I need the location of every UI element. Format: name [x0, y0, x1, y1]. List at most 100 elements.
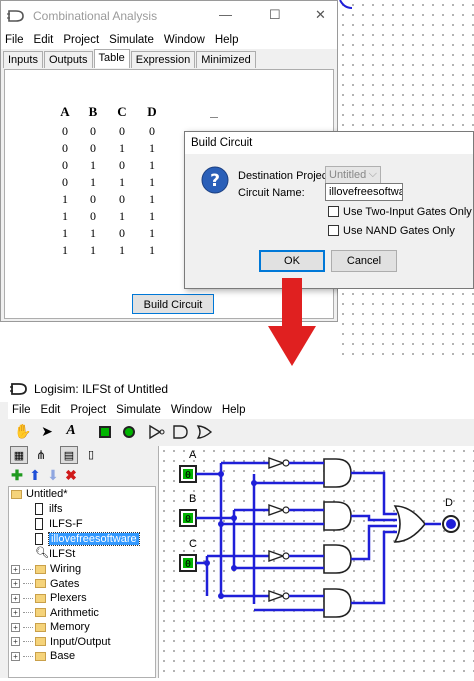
appearance-view-icon[interactable]: ▯ [82, 446, 100, 464]
truth-table-header: D [147, 104, 157, 119]
truth-table-cell: 0 [62, 158, 68, 172]
wire [351, 471, 397, 516]
circuit-canvas[interactable]: A 0 B 0 C 0 D [158, 446, 474, 678]
text-tool-icon[interactable]: A [62, 422, 80, 440]
not-gate-bubble [282, 459, 290, 467]
tree-circuit[interactable]: illovefreesoftware [35, 532, 140, 546]
nand-checkbox[interactable] [328, 225, 339, 236]
dialog-title: Build Circuit [185, 132, 473, 154]
select-tool-icon[interactable]: ➤ [38, 422, 56, 440]
tab-expression[interactable]: Expression [130, 51, 196, 68]
maximize-button[interactable]: ☐ [269, 7, 281, 23]
truth-table-cell[interactable]: 1 [144, 209, 160, 224]
tree-library[interactable]: + Memory [11, 620, 90, 634]
menu-bar: File Edit Project Simulate Window Help [1, 31, 337, 49]
question-icon: ? [201, 166, 229, 194]
wire-junction [218, 521, 224, 527]
move-down-icon[interactable]: ⬇ [44, 466, 62, 484]
wire-junction [204, 560, 210, 566]
tree-circuit[interactable]: 🔍︎ ILFSt [35, 547, 75, 561]
tab-inputs[interactable]: Inputs [3, 51, 43, 68]
tab-table[interactable]: Table [93, 49, 130, 68]
poke-tool-icon[interactable]: ✋ [14, 422, 32, 440]
destination-project-label: Destination Project: [238, 170, 334, 182]
truth-table-cell[interactable]: 1 [144, 175, 160, 190]
tree-library[interactable]: + Arithmetic [11, 606, 99, 620]
toolbox-view-icon[interactable]: ▦ [10, 446, 28, 464]
truth-table-cell: 1 [119, 175, 125, 189]
menu-project[interactable]: Project [59, 34, 105, 46]
logisim-logo-icon [7, 10, 24, 22]
menu-help[interactable]: Help [218, 404, 252, 416]
menu-window[interactable]: Window [167, 404, 218, 416]
tab-outputs[interactable]: Outputs [43, 51, 93, 68]
input-pin-tool-icon[interactable] [96, 422, 114, 440]
tree-library[interactable]: + Gates [11, 577, 79, 591]
tree-library[interactable]: + Base [11, 649, 75, 663]
menu-simulate[interactable]: Simulate [112, 404, 167, 416]
menu-edit[interactable]: Edit [37, 404, 67, 416]
tree-library[interactable]: + Wiring [11, 562, 81, 576]
not-gate-bubble [282, 506, 290, 514]
not-gate [268, 550, 286, 562]
expand-icon[interactable]: + [11, 564, 20, 574]
expand-icon[interactable]: + [11, 608, 20, 617]
truth-table-cell: 1 [90, 175, 96, 189]
and-gate-tool-icon[interactable] [172, 424, 190, 440]
folder-icon [35, 593, 46, 603]
build-circuit-button[interactable]: Build Circuit [132, 294, 214, 314]
tree-circuit[interactable]: ilfs [35, 502, 62, 516]
add-circuit-icon[interactable]: ✚ [8, 466, 26, 484]
truth-table-cell[interactable]: 1 [144, 243, 160, 258]
menu-help[interactable]: Help [211, 34, 245, 46]
expand-icon[interactable]: + [11, 579, 20, 588]
truth-table-cell[interactable]: 1 [144, 141, 160, 156]
menu-file[interactable]: File [1, 34, 30, 46]
truth-table-cell: 1 [90, 158, 96, 172]
truth-table-cell: 1 [62, 209, 68, 223]
or-gate-tool-icon[interactable] [196, 424, 214, 440]
tab-minimized[interactable]: Minimized [196, 51, 256, 68]
menu-file[interactable]: File [8, 404, 37, 416]
menu-project[interactable]: Project [66, 404, 112, 416]
circuit-icon [35, 503, 43, 515]
tree-root[interactable]: Untitled* [11, 487, 68, 501]
not-gate-bubble [282, 592, 290, 600]
output-pin-tool-icon[interactable] [120, 422, 138, 440]
truth-table-cell: 0 [62, 175, 68, 189]
cancel-button[interactable]: Cancel [331, 250, 397, 272]
delete-circuit-icon[interactable]: ✖ [62, 466, 80, 484]
simulation-view-icon[interactable]: ⋔ [32, 446, 50, 464]
truth-table-cell[interactable]: 1 [144, 158, 160, 173]
not-gate-tool-icon[interactable] [148, 424, 166, 440]
expand-icon[interactable]: + [11, 637, 20, 646]
expand-icon[interactable]: + [11, 622, 20, 632]
truth-table-cell[interactable]: 1 [144, 226, 160, 241]
tree-library[interactable]: + Input/Output [11, 635, 111, 649]
layout-view-icon[interactable]: ▤ [60, 446, 78, 464]
and-gate [323, 544, 352, 574]
minimize-button[interactable]: — [219, 7, 232, 22]
nand-label: Use NAND Gates Only [343, 225, 455, 237]
close-button[interactable]: ✕ [315, 7, 326, 23]
menu-edit[interactable]: Edit [30, 34, 60, 46]
truth-table-cell: 1 [90, 243, 96, 257]
destination-project-select[interactable]: Untitled ⌵ [325, 166, 381, 184]
menu-simulate[interactable]: Simulate [105, 34, 160, 46]
truth-table-cell[interactable]: 0 [144, 124, 160, 139]
pin-label: C [189, 538, 197, 550]
two-input-checkbox[interactable] [328, 206, 339, 217]
truth-table-cell[interactable]: 1 [144, 192, 160, 207]
expand-icon[interactable]: + [11, 651, 20, 661]
tree-library[interactable]: + Plexers [11, 591, 87, 605]
tab-strip: Inputs Outputs Table Expression Minimize… [1, 49, 337, 69]
truth-table-cell: 0 [62, 141, 68, 155]
expand-icon[interactable]: + [11, 593, 20, 603]
tree-circuit[interactable]: ILFS-F [35, 517, 83, 531]
ok-button[interactable]: OK [259, 250, 325, 272]
svg-text:?: ? [210, 171, 220, 191]
move-up-icon[interactable]: ⬆ [26, 466, 44, 484]
menu-window[interactable]: Window [160, 34, 211, 46]
circuit-name-input[interactable]: illovefreesoftwar [325, 183, 403, 201]
folder-icon [35, 608, 46, 617]
